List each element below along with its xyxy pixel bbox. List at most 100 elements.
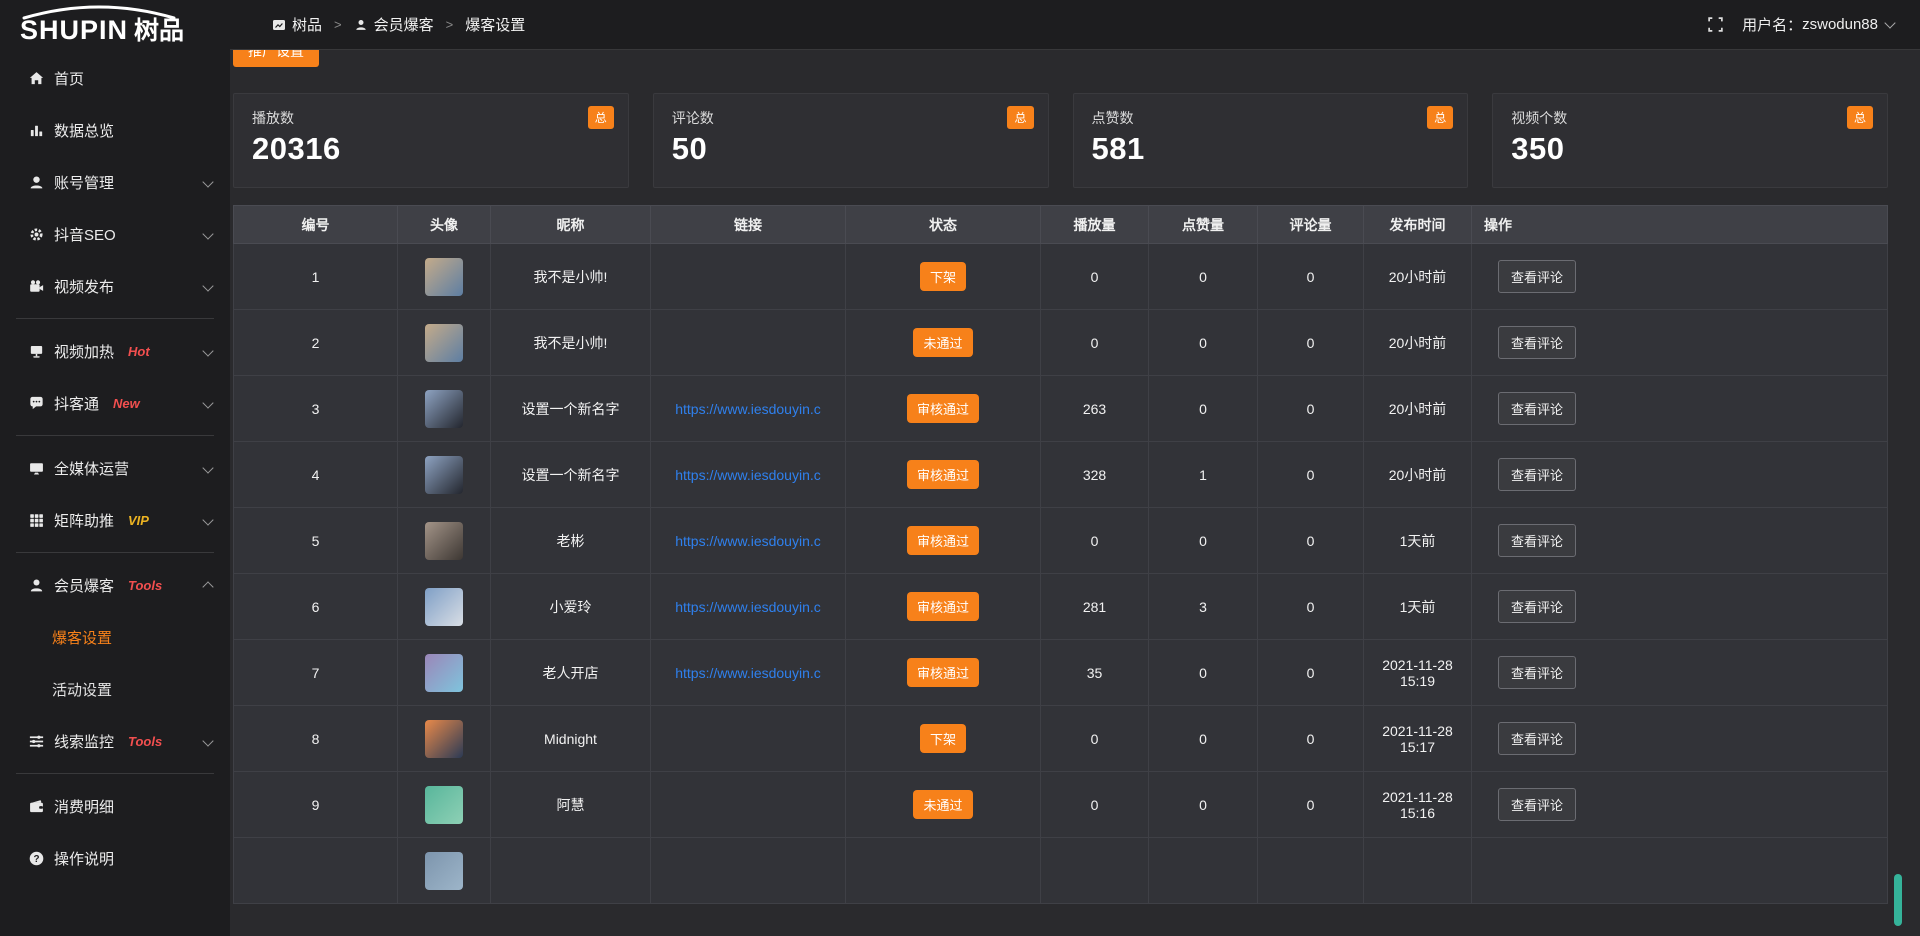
cell-publish-time: 2021-11-28 15:17: [1364, 706, 1472, 772]
fullscreen-icon[interactable]: [1707, 16, 1724, 33]
view-comments-button[interactable]: 查看评论: [1498, 524, 1576, 557]
view-comments-button[interactable]: 查看评论: [1498, 392, 1576, 425]
video-link[interactable]: https://www.iesdouyin.c: [675, 533, 821, 549]
breadcrumb-item-2[interactable]: 会员爆客: [354, 14, 434, 35]
username-label: 用户名：: [1742, 14, 1802, 35]
cell-id: 9: [234, 772, 398, 838]
column-header-5: 状态: [846, 206, 1041, 244]
sidebar-item-badge: Tools: [128, 734, 162, 749]
view-comments-button[interactable]: 查看评论: [1498, 590, 1576, 623]
breadcrumb-item-label: 会员爆客: [374, 14, 434, 35]
sidebar-item-member-baoke[interactable]: 会员爆客 Tools: [0, 559, 230, 611]
status-badge: 审核通过: [907, 592, 979, 621]
sidebar-item-data-overview[interactable]: 数据总览: [0, 104, 230, 156]
stat-total-badge: 总: [588, 106, 614, 129]
sidebar-item-douyin-seo[interactable]: 抖音SEO: [0, 208, 230, 260]
view-comments-button[interactable]: 查看评论: [1498, 788, 1576, 821]
sidebar-item-expense-detail[interactable]: 消费明细: [0, 780, 230, 832]
cell-comments: 0: [1258, 508, 1364, 574]
sidebar-item-media-operation[interactable]: 全媒体运营: [0, 442, 230, 494]
user-menu[interactable]: 用户名：zswodun88: [1742, 14, 1894, 35]
column-header-8: 评论量: [1258, 206, 1364, 244]
video-link[interactable]: https://www.iesdouyin.c: [675, 401, 821, 417]
divider: [16, 552, 214, 553]
sidebar-item-matrix-boost[interactable]: 矩阵助推 VIP: [0, 494, 230, 546]
table-row-1: 1 我不是小帅! 下架 0 0 0 20小时前 查看评论: [234, 244, 1888, 310]
chevron-up-icon: [202, 581, 213, 592]
cell-likes: 1: [1149, 442, 1258, 508]
sidebar-item-help[interactable]: ? 操作说明: [0, 832, 230, 884]
cell-publish-time: 20小时前: [1364, 376, 1472, 442]
monitor-icon: [28, 460, 45, 477]
sidebar-item-label: 矩阵助推: [54, 510, 114, 531]
table-row-8: 8 Midnight 下架 0 0 0 2021-11-28 15:17 查看评…: [234, 706, 1888, 772]
cell-id: 4: [234, 442, 398, 508]
topbar-actions: 用户名：zswodun88: [1707, 14, 1894, 35]
screen-icon: [28, 343, 45, 360]
sidebar-item-douketong[interactable]: 抖客通 New: [0, 377, 230, 429]
sidebar-item-account[interactable]: 账号管理: [0, 156, 230, 208]
sidebar-subitem-activity-settings[interactable]: 活动设置: [0, 663, 230, 715]
stat-total-badge: 总: [1427, 106, 1453, 129]
cell-plays: 0: [1041, 772, 1149, 838]
sidebar-item-label: 会员爆客: [54, 575, 114, 596]
avatar: [425, 258, 463, 296]
breadcrumb-separator: >: [446, 17, 454, 32]
sidebar-item-video-heat[interactable]: 视频加热 Hot: [0, 325, 230, 377]
avatar: [425, 522, 463, 560]
cell-plays: 263: [1041, 376, 1149, 442]
view-comments-button[interactable]: 查看评论: [1498, 656, 1576, 689]
sidebar-item-label: 操作说明: [54, 848, 114, 869]
scrollbar-thumb[interactable]: [1894, 874, 1902, 926]
person-icon: [354, 18, 368, 32]
breadcrumb-item-3[interactable]: 爆客设置: [465, 14, 525, 35]
chat-icon: [28, 395, 45, 412]
status-badge: 审核通过: [907, 658, 979, 687]
view-comments-button[interactable]: 查看评论: [1498, 458, 1576, 491]
cell-id: 3: [234, 376, 398, 442]
column-header-10: 操作: [1472, 206, 1888, 244]
breadcrumb-item-1[interactable]: 树品: [272, 14, 322, 35]
svg-text:?: ?: [33, 853, 39, 864]
sidebar-item-label: 消费明细: [54, 796, 114, 817]
cell-plays: 328: [1041, 442, 1149, 508]
sidebar-item-badge: New: [113, 396, 140, 411]
cell-nickname: 老人开店: [491, 640, 651, 706]
cell-likes: 0: [1149, 508, 1258, 574]
cell-plays: [1041, 838, 1149, 904]
table-row-5: 5 老彬 https://www.iesdouyin.c 审核通过 0 0 0 …: [234, 508, 1888, 574]
cell-id: 8: [234, 706, 398, 772]
column-header-9: 发布时间: [1364, 206, 1472, 244]
app-logo[interactable]: SHUPIN 树品: [0, 0, 230, 50]
cell-nickname: Midnight: [491, 706, 651, 772]
sidebar-subitem-label: 活动设置: [52, 679, 112, 700]
cell-comments: 0: [1258, 310, 1364, 376]
stat-card-2: 评论数 50 总: [653, 93, 1049, 188]
stat-label: 视频个数: [1511, 108, 1869, 128]
cell-nickname: 设置一个新名字: [491, 376, 651, 442]
chevron-down-icon: [202, 514, 213, 525]
cell-likes: 3: [1149, 574, 1258, 640]
topbar: SHUPIN 树品 树品 > 会员爆客 > 爆客设置 用户名：zswodun88: [0, 0, 1920, 50]
grid-icon: [28, 512, 45, 529]
sidebar-item-video-publish[interactable]: 视频发布: [0, 260, 230, 312]
stat-label: 播放数: [252, 108, 610, 128]
sidebar-item-home[interactable]: 首页: [0, 52, 230, 104]
video-link[interactable]: https://www.iesdouyin.c: [675, 665, 821, 681]
avatar: [425, 786, 463, 824]
view-comments-button[interactable]: 查看评论: [1498, 722, 1576, 755]
view-comments-button[interactable]: 查看评论: [1498, 260, 1576, 293]
view-comments-button[interactable]: 查看评论: [1498, 326, 1576, 359]
video-link[interactable]: https://www.iesdouyin.c: [675, 467, 821, 483]
sidebar-item-label: 线索监控: [54, 731, 114, 752]
table-row-9: 9 阿慧 未通过 0 0 0 2021-11-28 15:16 查看评论: [234, 772, 1888, 838]
avatar: [425, 390, 463, 428]
cell-nickname: [491, 838, 651, 904]
cell-likes: [1149, 838, 1258, 904]
stat-total-badge: 总: [1007, 106, 1033, 129]
topbar-right: 树品 > 会员爆客 > 爆客设置 用户名：zswodun88: [230, 0, 1920, 50]
sidebar-item-clue-monitor[interactable]: 线索监控 Tools: [0, 715, 230, 767]
breadcrumb: 树品 > 会员爆客 > 爆客设置: [272, 14, 1707, 35]
sidebar-subitem-baoke-settings[interactable]: 爆客设置: [0, 611, 230, 663]
video-link[interactable]: https://www.iesdouyin.c: [675, 599, 821, 615]
